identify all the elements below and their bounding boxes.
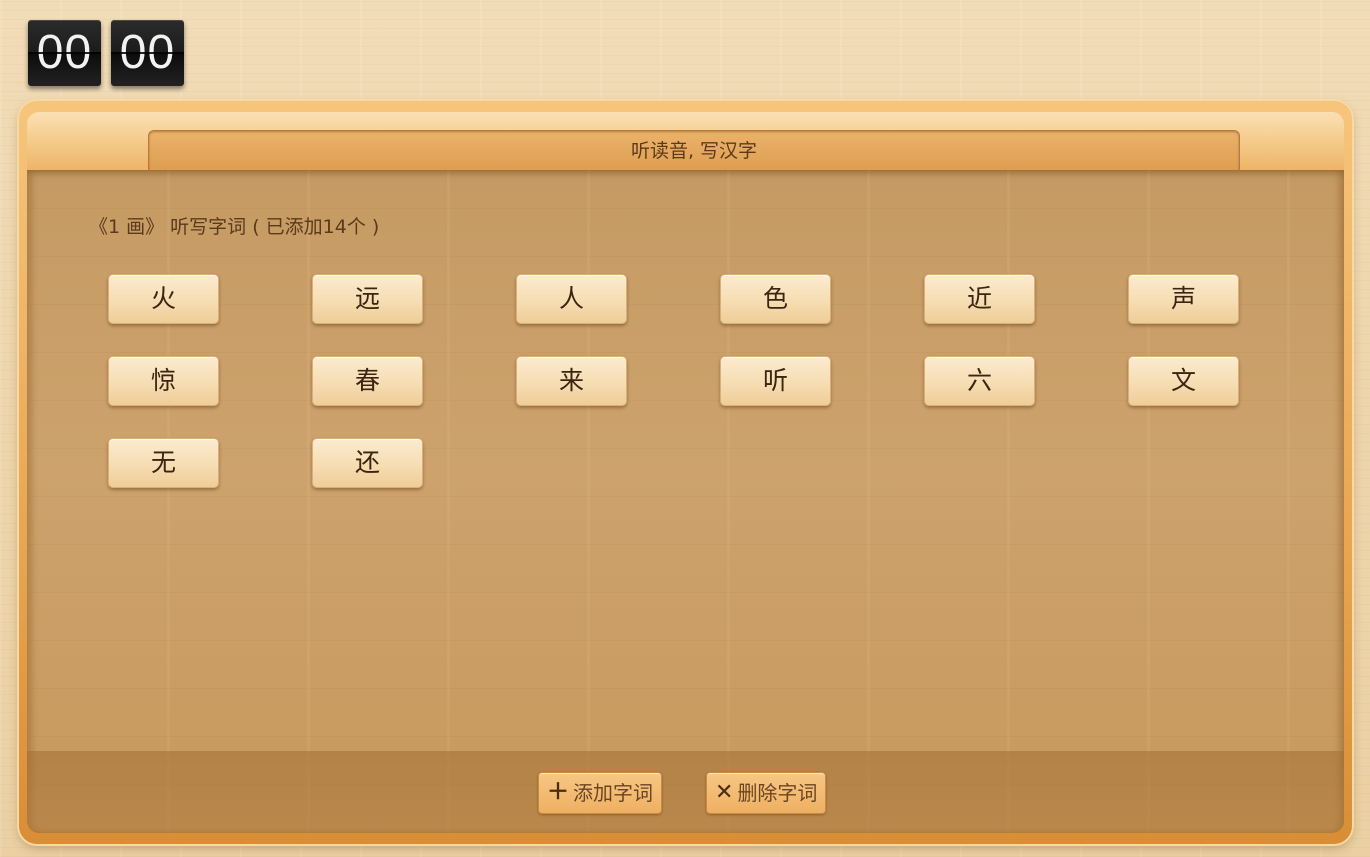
close-icon: ✕ — [715, 780, 734, 805]
delete-word-button[interactable]: ✕ 删除字词 — [706, 772, 827, 814]
flip-clock: 00 00 — [28, 20, 184, 86]
clock-seconds: 00 — [111, 20, 184, 86]
word-button[interactable]: 文 — [1128, 356, 1239, 406]
word-button[interactable]: 听 — [720, 356, 831, 406]
main-board: 听读音, 写汉字 《1 画》 听写字词 ( 已添加14个 ) 火 远 人 色 近 声惊 春 来… — [19, 101, 1352, 844]
delete-word-label: 删除字词 — [737, 781, 818, 805]
plus-icon: ＋ — [547, 780, 570, 805]
word-button[interactable]: 惊 — [108, 356, 219, 406]
word-button[interactable]: 无 — [108, 438, 219, 488]
section-label: 《1 画》 听写字词 ( 已添加14个 ) — [89, 216, 380, 238]
add-word-button[interactable]: ＋ 添加字词 — [538, 772, 663, 814]
word-button[interactable]: 人 — [516, 274, 627, 324]
word-button[interactable]: 还 — [312, 438, 423, 488]
word-button[interactable]: 远 — [312, 274, 423, 324]
word-button[interactable]: 近 — [924, 274, 1035, 324]
word-button[interactable]: 来 — [516, 356, 627, 406]
word-button[interactable]: 火 — [108, 274, 219, 324]
word-button[interactable]: 声 — [1128, 274, 1239, 324]
clock-minutes: 00 — [28, 20, 101, 86]
word-button[interactable]: 色 — [720, 274, 831, 324]
footer-bar: ＋ 添加字词 ✕ 删除字词 — [27, 751, 1344, 833]
page-title: 听读音, 写汉字 — [148, 130, 1240, 175]
add-word-label: 添加字词 — [573, 781, 654, 805]
word-button[interactable]: 六 — [924, 356, 1035, 406]
word-button[interactable]: 春 — [312, 356, 423, 406]
board-header: 听读音, 写汉字 — [27, 112, 1344, 175]
board-content: 《1 画》 听写字词 ( 已添加14个 ) 火 远 人 色 近 声惊 春 来 听 六 文无 还 ＋ 添… — [27, 170, 1344, 833]
